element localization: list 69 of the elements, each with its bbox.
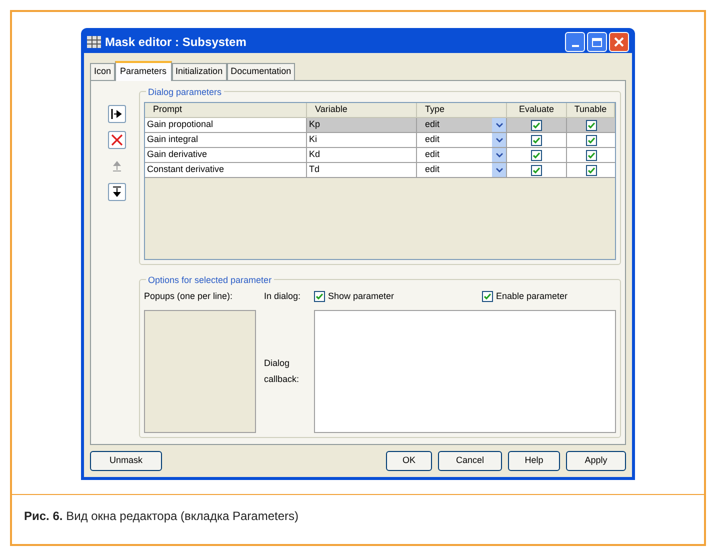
tunable-checkbox[interactable]	[586, 150, 596, 160]
checkbox-label: Enable parameter	[496, 290, 568, 303]
field-label: In dialog:	[264, 290, 302, 303]
delete-button[interactable]	[108, 131, 126, 149]
tunable-checkbox[interactable]	[586, 120, 596, 130]
chevron-down-icon	[496, 122, 502, 128]
table-cell: Kd	[307, 148, 417, 162]
table-cell: Gain integral	[145, 133, 307, 147]
minimize-button[interactable]	[565, 32, 585, 52]
table-cell: Gain derivative	[145, 148, 307, 162]
column-header[interactable]: Evaluate	[507, 103, 567, 117]
figure-caption: Рис. 6. Вид окна редактора (вкладка Parameters)	[24, 509, 299, 523]
tab[interactable]: Documentation	[226, 63, 296, 80]
maximize-icon	[592, 38, 602, 46]
checkbox-label: Show parameter	[328, 290, 394, 303]
show-parameter-checkbox[interactable]	[314, 291, 325, 302]
insert-arrow-icon	[111, 108, 123, 120]
popups-field[interactable]	[144, 310, 256, 433]
dialog-button[interactable]: Help	[508, 451, 560, 471]
table-cell: Td	[307, 163, 417, 177]
group-title: Options for selected parameter	[146, 274, 274, 288]
callback-field[interactable]	[314, 310, 616, 433]
column-header[interactable]: Tunable	[567, 103, 615, 117]
column-header[interactable]: Prompt	[145, 103, 307, 117]
evaluate-checkbox[interactable]	[531, 164, 542, 176]
table-row[interactable]: Gain derivative Kd edit	[145, 148, 615, 163]
move-down-icon	[111, 186, 123, 198]
table-cell: Gain propotional	[145, 118, 307, 132]
table-row[interactable]: Constant derivative Td edit	[145, 163, 615, 178]
type-dropdown[interactable]: edit	[417, 163, 507, 177]
delete-icon	[111, 134, 123, 146]
chevron-down-icon	[496, 168, 502, 172]
dialog-button[interactable]: OK	[386, 451, 432, 471]
tab[interactable]: Initialization	[172, 63, 227, 80]
table-cell: Kp	[307, 118, 417, 132]
table-row[interactable]: Gain integral Ki edit	[145, 133, 615, 148]
dialog-button[interactable]: Cancel	[438, 451, 502, 471]
dialog-button[interactable]: Apply	[566, 451, 626, 471]
move-up-icon	[111, 160, 123, 172]
column-header[interactable]: Type	[417, 103, 507, 117]
chevron-down-icon	[496, 138, 502, 142]
tunable-checkbox[interactable]	[586, 134, 596, 146]
move-down-button[interactable]	[108, 183, 126, 201]
chevron-down-icon	[496, 152, 502, 158]
table-cell: Constant derivative	[145, 163, 307, 177]
type-dropdown[interactable]: edit	[417, 148, 507, 162]
group-title: Dialog parameters	[146, 86, 224, 100]
close-icon	[614, 37, 624, 47]
window-title: Mask editor : Subsystem	[105, 34, 248, 51]
grid-app-icon	[87, 36, 101, 48]
maximize-button[interactable]	[587, 32, 607, 52]
enable-parameter-checkbox[interactable]	[482, 291, 493, 302]
tab[interactable]: Icon	[90, 63, 116, 80]
tunable-checkbox[interactable]	[586, 164, 596, 176]
minimize-icon	[572, 45, 578, 47]
close-button[interactable]	[609, 32, 629, 52]
type-dropdown[interactable]: edit	[417, 118, 507, 132]
tab[interactable]: Parameters	[115, 61, 172, 81]
table-cell: Ki	[307, 133, 417, 147]
evaluate-checkbox[interactable]	[531, 120, 542, 130]
field-label: Dialog callback:	[264, 357, 300, 386]
table-row[interactable]: Gain propotional Kp edit	[145, 118, 615, 133]
field-label: Popups (one per line):	[144, 290, 234, 303]
type-dropdown[interactable]: edit	[417, 133, 507, 147]
insert-button[interactable]	[108, 105, 126, 123]
evaluate-checkbox[interactable]	[531, 150, 542, 160]
dialog-button[interactable]: Unmask	[90, 451, 162, 471]
evaluate-checkbox[interactable]	[531, 134, 542, 146]
column-header[interactable]: Variable	[307, 103, 417, 117]
